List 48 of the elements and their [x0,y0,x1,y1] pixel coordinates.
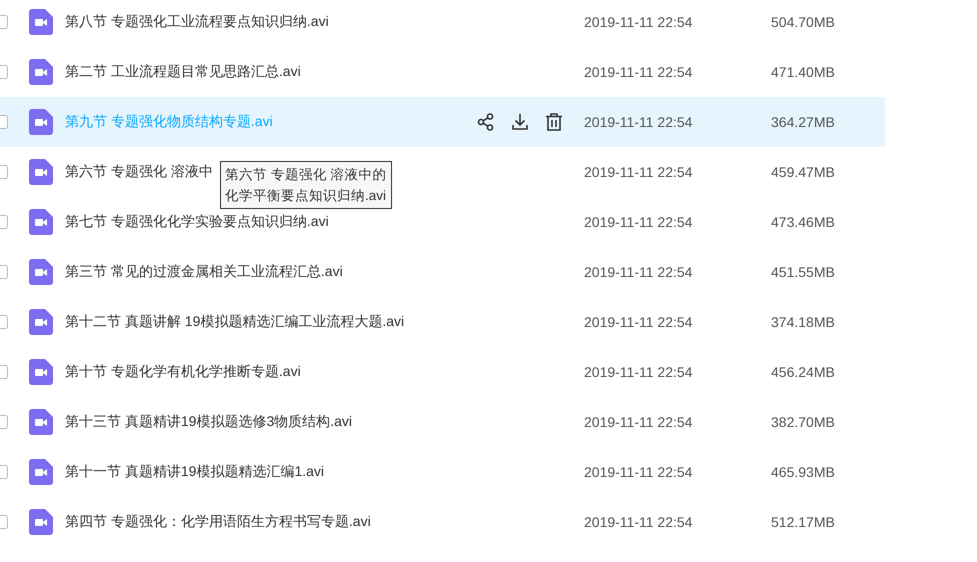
file-name[interactable]: 第十节 专题化学有机化学推断专题.avi [65,363,301,381]
modified-date: 2019-11-11 22:54 [584,414,694,430]
video-file-icon [29,309,53,335]
file-name[interactable]: 第六节 专题强化 溶液中 [65,163,213,181]
modified-date: 2019-11-11 22:54 [584,14,694,30]
file-size: 456.24MB [771,364,836,380]
video-file-icon [29,509,53,535]
file-size: 473.46MB [771,214,836,230]
modified-date: 2019-11-11 22:54 [584,364,694,380]
modified-date: 2019-11-11 22:54 [584,314,694,330]
video-file-icon [29,59,53,85]
video-file-icon [29,109,53,135]
video-file-icon [29,359,53,385]
file-name[interactable]: 第七节 专题强化化学实验要点知识归纳.avi [65,213,329,231]
video-file-icon [29,409,53,435]
file-size: 465.93MB [771,464,836,480]
file-name[interactable]: 第八节 专题强化工业流程要点知识归纳.avi [65,13,329,31]
delete-button[interactable] [544,112,564,132]
tooltip: 第六节 专题强化 溶液中的 化学平衡要点知识归纳.avi [220,161,392,209]
video-file-icon [29,259,53,285]
download-button[interactable] [510,112,530,132]
video-file-icon [29,209,53,235]
file-name[interactable]: 第二节 工业流程题目常见思路汇总.avi [65,63,301,81]
modified-date: 2019-11-11 22:54 [584,164,694,180]
file-size: 382.70MB [771,414,836,430]
video-file-icon [29,459,53,485]
file-name[interactable]: 第十三节 真题精讲19模拟题选修3物质结构.avi [65,413,352,431]
selected-row[interactable]: 第九节 专题强化物质结构专题.avi 2019-11-11 22:54 364.27MB [0,97,885,147]
share-button[interactable] [476,112,496,132]
file-size: 364.27MB [771,114,836,130]
modified-date: 2019-11-11 22:54 [584,214,694,230]
video-file-icon [29,159,53,185]
file-size: 512.17MB [771,514,836,530]
file-name[interactable]: 第四节 专题强化：化学用语陌生方程书写专题.avi [65,513,371,531]
modified-date: 2019-11-11 22:54 [584,514,694,530]
modified-date: 2019-11-11 22:54 [584,464,694,480]
file-size: 459.47MB [771,164,836,180]
file-name[interactable]: 第十一节 真题精讲19模拟题精选汇编1.avi [65,463,324,481]
file-size: 451.55MB [771,264,836,280]
file-size: 374.18MB [771,314,836,330]
file-name[interactable]: 第十二节 真题讲解 19模拟题精选汇编工业流程大题.avi [65,313,404,331]
video-file-icon [29,9,53,35]
modified-date: 2019-11-11 22:54 [584,114,694,130]
file-name[interactable]: 第三节 常见的过渡金属相关工业流程汇总.avi [65,263,343,281]
modified-date: 2019-11-11 22:54 [584,64,694,80]
file-size: 471.40MB [771,64,836,80]
file-size: 504.70MB [771,14,836,30]
modified-date: 2019-11-11 22:54 [584,264,694,280]
